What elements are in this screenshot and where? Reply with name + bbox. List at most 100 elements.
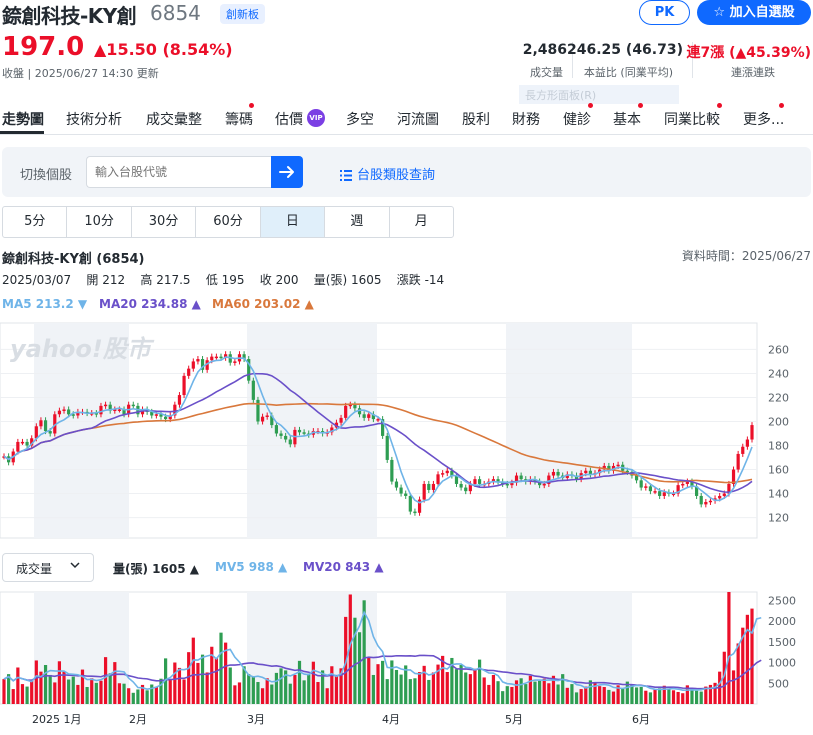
volume-bar	[510, 686, 514, 704]
volume-bar	[468, 674, 472, 704]
ma5-legend: MA5 213.2 ▼	[2, 297, 88, 311]
volume-bar	[48, 674, 52, 704]
volume-chart[interactable]: 500 1000 1500 2000 2500 2025 1月 2月 3月 4月 5月 6月	[0, 590, 813, 735]
tab-trades[interactable]: 成交彙整	[146, 109, 202, 129]
volume-bar	[302, 680, 306, 704]
candle	[704, 501, 708, 505]
volume-bar	[334, 675, 339, 704]
price-chart[interactable]: 120 140 160 180 200 220 240 260 yahoo!股市	[0, 321, 813, 541]
volume-bar	[251, 676, 255, 704]
volume-y-tick-label: 1000	[768, 657, 796, 670]
tab-more[interactable]: 更多...	[743, 109, 784, 129]
range-day[interactable]: 日	[260, 207, 326, 237]
volume-bar	[491, 674, 496, 704]
tab-finance[interactable]: 財務	[512, 109, 540, 129]
volume-bar	[607, 689, 611, 704]
range-10min[interactable]: 10分	[67, 207, 132, 237]
tab-basic[interactable]: 基本	[613, 109, 641, 129]
candle	[519, 475, 523, 480]
indicator-select[interactable]: 成交量	[2, 553, 94, 582]
candle	[653, 491, 657, 493]
new-dot-icon	[717, 103, 722, 108]
nav-divider	[0, 134, 813, 135]
candle	[722, 493, 726, 496]
candle	[265, 415, 269, 417]
volume-bar	[602, 686, 606, 704]
candle	[182, 375, 186, 396]
volume-bar	[265, 678, 269, 704]
volume-bar	[533, 681, 537, 704]
tab-technical[interactable]: 技術分析	[66, 109, 122, 129]
ohlc-readout: 2025/03/07 開 212 高 217.5 低 195 收 200 量(張…	[2, 273, 445, 287]
tab-river[interactable]: 河流圖	[397, 109, 439, 129]
volume-bar	[182, 679, 186, 704]
volume-bar	[237, 682, 242, 704]
tab-valuation[interactable]: 估價	[275, 109, 303, 129]
list-icon	[340, 166, 352, 185]
candle	[233, 361, 237, 363]
tab-peers[interactable]: 同業比較	[664, 109, 720, 129]
volume-bar	[441, 655, 445, 704]
volume-bar	[274, 672, 279, 704]
volume-bar	[570, 684, 574, 704]
volume-bar	[473, 668, 477, 704]
volume-bar	[293, 674, 297, 704]
tab-bull-bear[interactable]: 多空	[346, 109, 374, 129]
add-watchlist-button[interactable]: ☆ 加入自選股	[697, 0, 811, 25]
category-search-link[interactable]: 台股類股查詢	[357, 164, 435, 183]
volume-bar	[191, 637, 195, 704]
volume-bar	[99, 680, 103, 704]
volume-bar	[699, 691, 703, 704]
range-week[interactable]: 週	[325, 207, 390, 237]
volume-bar	[381, 660, 385, 704]
candle	[99, 405, 103, 415]
vip-badge: VIP	[307, 109, 325, 127]
candle	[177, 395, 182, 405]
candle	[251, 380, 255, 400]
candle	[16, 441, 20, 452]
tab-dividend[interactable]: 股利	[462, 109, 490, 129]
volume-bar	[681, 693, 685, 704]
indicator-select-label: 成交量	[16, 562, 53, 576]
volume-bar	[519, 678, 523, 704]
candle	[436, 474, 440, 484]
range-60min[interactable]: 60分	[196, 207, 261, 237]
range-30min[interactable]: 30分	[132, 207, 197, 237]
candle	[353, 404, 357, 409]
volume-y-tick-label: 2500	[768, 594, 796, 607]
range-5min[interactable]: 5分	[3, 207, 68, 237]
tab-health[interactable]: 健診	[563, 109, 591, 129]
x-tick-label: 5月	[505, 713, 523, 726]
volume-bar	[71, 676, 75, 704]
volume-bar	[2, 679, 6, 704]
candle	[681, 483, 685, 486]
candle	[708, 500, 713, 503]
volume-bar	[538, 680, 542, 704]
candle	[408, 495, 412, 512]
volume-bar	[639, 686, 643, 704]
volume-bar	[621, 688, 625, 704]
pk-button[interactable]: PK	[639, 0, 690, 25]
candle	[25, 441, 29, 446]
last-price: 197.0	[2, 32, 85, 62]
candle	[297, 429, 302, 433]
new-dot-icon	[588, 103, 593, 108]
candle	[103, 404, 108, 407]
stock-search-input[interactable]	[86, 156, 272, 188]
volume-bar	[482, 677, 486, 704]
search-submit-button[interactable]	[271, 156, 303, 188]
chevron-down-icon	[69, 559, 81, 574]
stock-name: 錼創科技-KY創	[2, 4, 137, 28]
tab-chips[interactable]: 籌碼	[225, 109, 253, 129]
volume-bar	[20, 684, 25, 704]
volume-bar	[205, 672, 209, 704]
volume-bar	[417, 672, 422, 704]
tab-trend[interactable]: 走勢圖	[2, 109, 44, 129]
board-badge[interactable]: 創新板	[220, 4, 265, 24]
volume-bar	[574, 692, 579, 704]
volume-bar	[371, 674, 375, 704]
volume-bar	[200, 654, 205, 704]
range-month[interactable]: 月	[390, 207, 453, 237]
candle	[427, 483, 431, 490]
volume-bar	[750, 608, 754, 704]
